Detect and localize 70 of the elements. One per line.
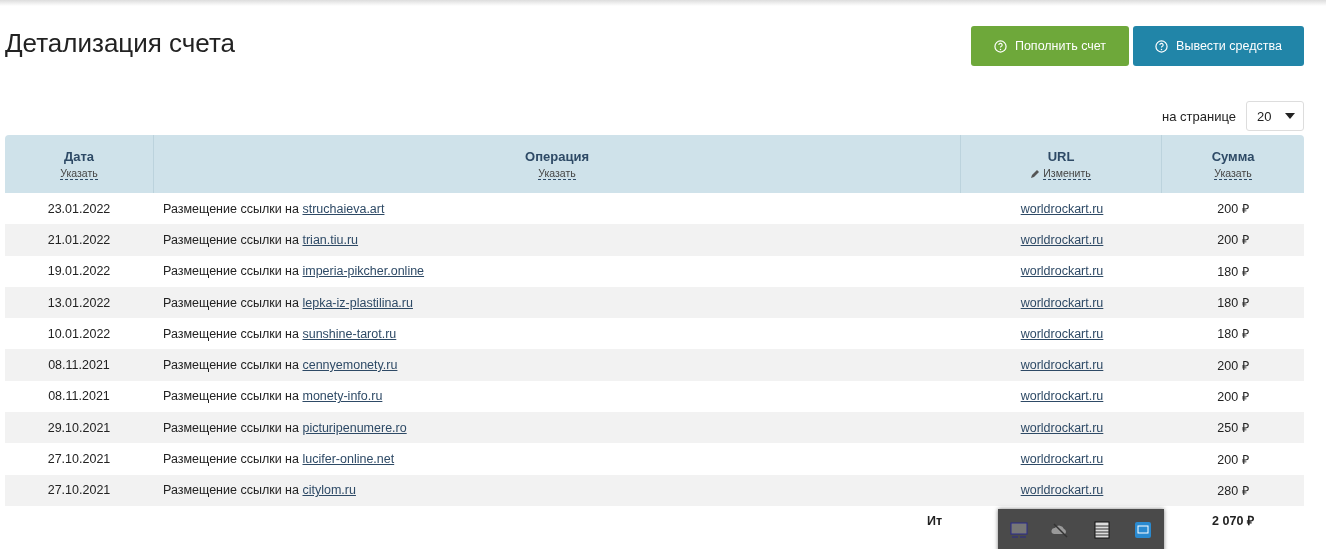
date-cell-text: 19.01.2022 — [46, 264, 112, 279]
operation-text: Размещение ссылки на — [163, 420, 299, 435]
amount-cell-text: 200 ₽ — [1216, 388, 1250, 405]
url-link[interactable]: worldrockart.ru — [1020, 201, 1104, 216]
per-page-select[interactable]: 20 — [1246, 101, 1304, 131]
site-link[interactable]: cennyemonety.ru — [302, 358, 398, 373]
date-cell-text: 27.10.2021 — [46, 483, 112, 498]
column-action-link[interactable]: Указать — [1214, 166, 1252, 180]
column-action-link[interactable]: Указать — [538, 166, 576, 180]
page-title: Детализация счета — [5, 28, 235, 59]
site-link[interactable]: citylom.ru — [302, 483, 356, 498]
date-cell-text: 08.11.2021 — [47, 358, 111, 373]
column-title: URL — [1047, 148, 1075, 164]
operation-text: Размещение ссылки на — [163, 264, 299, 279]
amount-cell-text: 200 ₽ — [1216, 201, 1250, 218]
operation-text: Размещение ссылки на — [163, 326, 299, 341]
column-action-link[interactable]: Указать — [60, 166, 98, 180]
date-cell-text: 10.01.2022 — [46, 326, 112, 341]
per-page-label: на странице — [1162, 108, 1236, 124]
site-link[interactable]: imperia-pikcher.online — [302, 264, 425, 279]
date-cell-text: 23.01.2022 — [46, 201, 112, 216]
caret-icon — [1285, 113, 1295, 119]
column-title: Дата — [63, 148, 95, 164]
site-link[interactable]: lepka-iz-plastilina.ru — [302, 295, 413, 310]
site-link[interactable]: struchaieva.art — [302, 201, 385, 216]
grid-icon[interactable] — [1092, 521, 1111, 539]
site-link[interactable]: lucifer-online.net — [302, 452, 395, 466]
operation-text: Размещение ссылки на — [163, 483, 299, 498]
amount-cell-text: 180 ₽ — [1216, 295, 1250, 312]
url-link[interactable]: worldrockart.ru — [1020, 420, 1104, 435]
url-link[interactable]: worldrockart.ru — [1020, 483, 1104, 498]
date-cell-text: 13.01.2022 — [46, 295, 112, 310]
column-title: Сумма — [1211, 148, 1255, 164]
cloud-off-icon[interactable] — [1051, 521, 1070, 539]
operation-text: Размещение ссылки на — [163, 452, 299, 466]
total-amount: 2 070 ₽ — [1212, 514, 1254, 529]
site-link[interactable]: monety-info.ru — [302, 389, 383, 404]
url-link[interactable]: worldrockart.ru — [1020, 358, 1104, 373]
url-link[interactable]: worldrockart.ru — [1020, 326, 1104, 341]
help-icon — [993, 39, 1007, 53]
total-label: Ит — [926, 513, 942, 528]
date-cell-text: 29.10.2021 — [46, 420, 112, 435]
amount-cell-text: 280 ₽ — [1216, 482, 1250, 499]
pencil-icon — [1031, 168, 1041, 178]
date-cell-text: 27.10.2021 — [46, 452, 112, 466]
amount-cell-text: 250 ₽ — [1216, 420, 1250, 437]
date-cell-text: 21.01.2022 — [46, 232, 112, 247]
operation-text: Размещение ссылки на — [163, 201, 299, 216]
amount-cell-text: 180 ₽ — [1216, 263, 1250, 280]
url-link[interactable]: worldrockart.ru — [1020, 232, 1104, 247]
amount-cell-text: 200 ₽ — [1216, 357, 1250, 374]
amount-cell-text: 180 ₽ — [1216, 326, 1250, 343]
url-link[interactable]: worldrockart.ru — [1020, 389, 1104, 404]
url-link[interactable]: worldrockart.ru — [1020, 452, 1104, 466]
operation-text: Размещение ссылки на — [163, 232, 299, 247]
site-link[interactable]: sunshine-tarot.ru — [302, 326, 397, 341]
help-icon — [1155, 39, 1169, 53]
url-link[interactable]: worldrockart.ru — [1020, 264, 1104, 279]
column-title: Операция — [525, 148, 589, 164]
site-link[interactable]: trian.tiu.ru — [302, 232, 359, 247]
operation-text: Размещение ссылки на — [163, 295, 299, 310]
column-action-link[interactable]: Изменить — [1043, 166, 1091, 180]
date-cell-text: 08.11.2021 — [47, 389, 111, 404]
amount-cell-text: 200 ₽ — [1216, 451, 1250, 468]
amount-cell-text: 200 ₽ — [1216, 232, 1250, 249]
url-link[interactable]: worldrockart.ru — [1020, 295, 1104, 310]
action-button[interactable]: Вывести средства — [1133, 26, 1304, 66]
operation-text: Размещение ссылки на — [163, 358, 299, 373]
operation-text: Размещение ссылки на — [163, 389, 299, 404]
site-link[interactable]: picturipenumere.ro — [302, 420, 407, 435]
